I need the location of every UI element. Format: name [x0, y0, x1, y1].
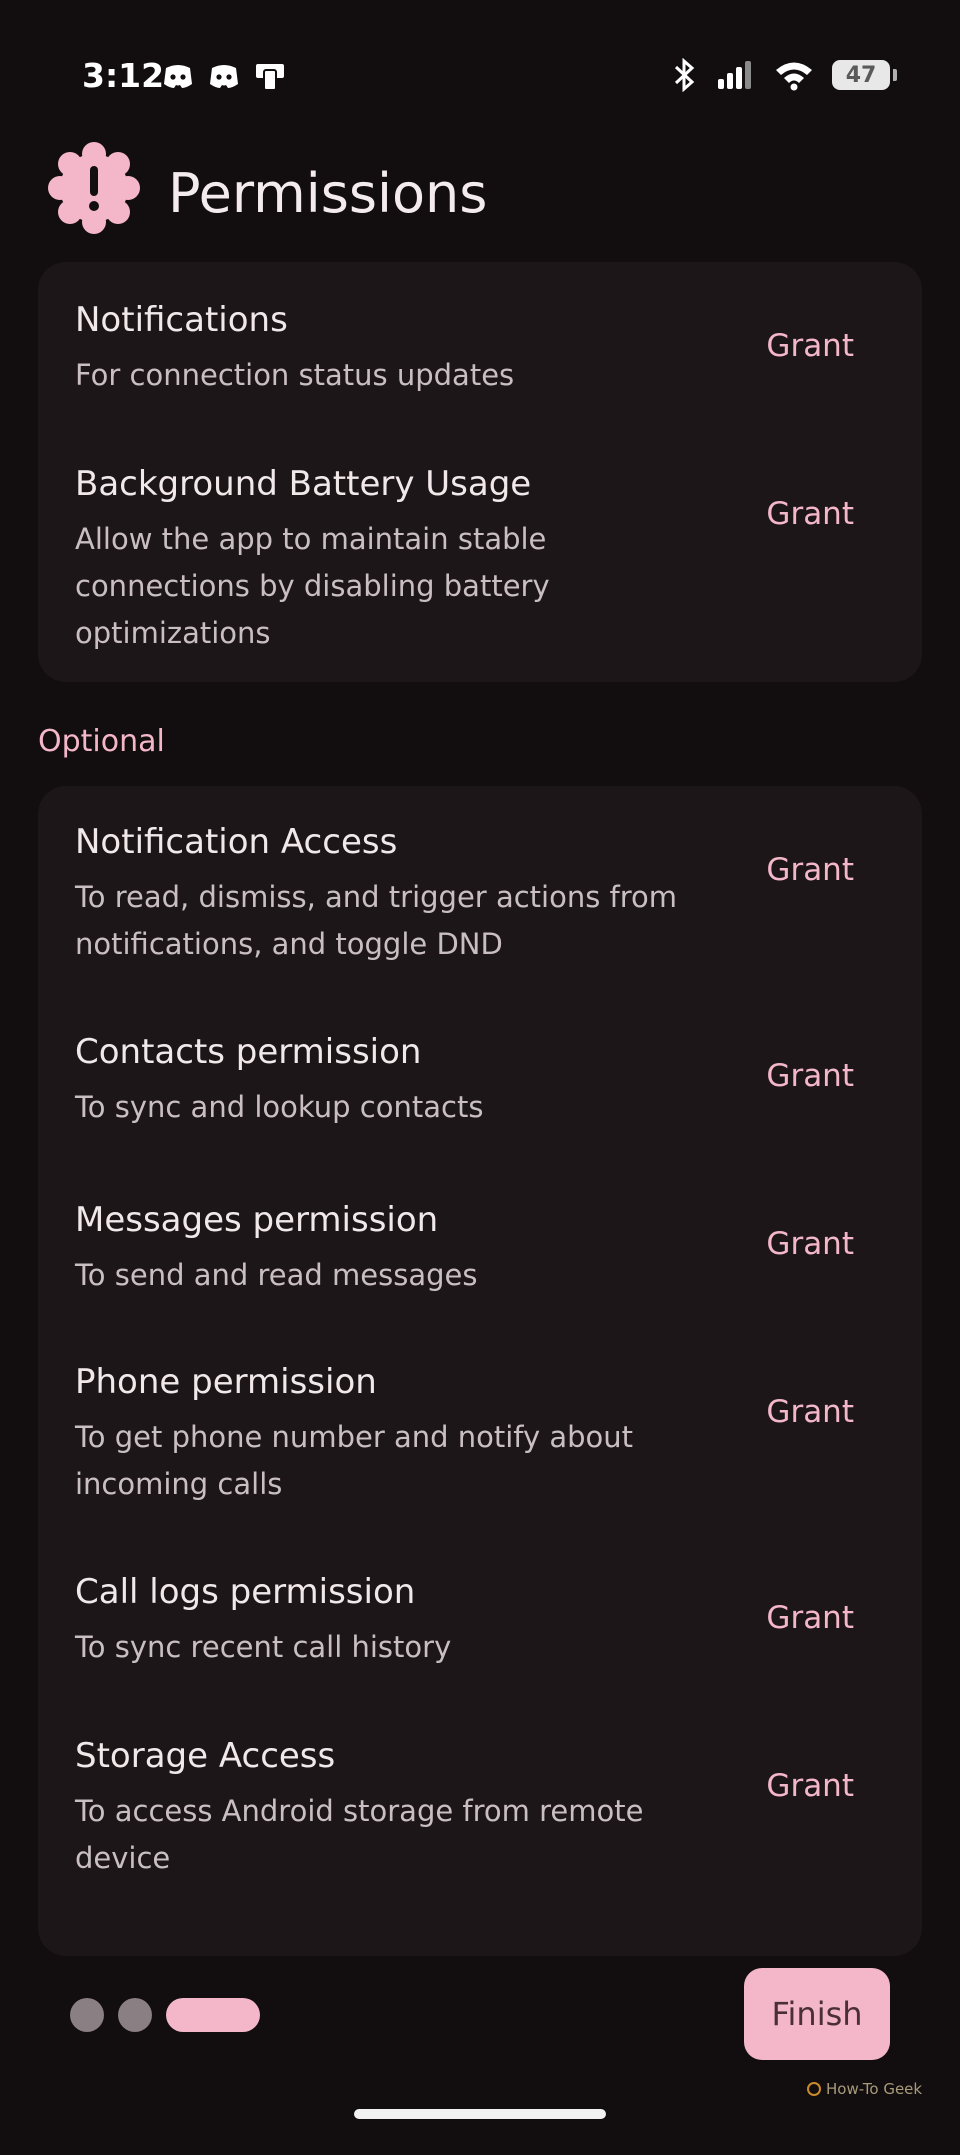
- grant-notification-access-button[interactable]: Grant: [766, 852, 854, 888]
- permission-description: To read, dismiss, and trigger actions fr…: [75, 880, 678, 961]
- permission-item-background-battery: Background Battery Usage Allow the app t…: [38, 464, 922, 664]
- home-indicator[interactable]: [354, 2109, 606, 2119]
- page-header: Permissions: [0, 140, 960, 250]
- page-dot: [70, 1998, 104, 2032]
- permission-title: Messages permission: [75, 1200, 439, 1240]
- finish-button[interactable]: Finish: [744, 1968, 890, 2060]
- watermark: How-To Geek: [806, 2080, 922, 2098]
- status-bar: 3:12 47: [0, 50, 960, 110]
- optional-permissions-card: Notification Access To read, dismiss, an…: [38, 786, 922, 1956]
- watermark-logo-icon: [807, 2082, 821, 2096]
- page-indicator: [70, 1998, 260, 2032]
- section-label-optional: Optional: [38, 724, 165, 759]
- permission-description: To get phone number and notify about inc…: [75, 1420, 634, 1501]
- grant-phone-button[interactable]: Grant: [766, 1394, 854, 1430]
- page-dot-active: [166, 1998, 260, 2032]
- permission-description: For connection status updates: [75, 358, 515, 392]
- permission-description: To sync and lookup contacts: [75, 1090, 484, 1124]
- discord-icon: [210, 65, 238, 88]
- permission-item-storage: Storage Access To access Android storage…: [38, 1736, 922, 1896]
- system-icons: 47: [672, 58, 897, 92]
- permission-title: Notification Access: [75, 822, 398, 862]
- discord-icon: [164, 65, 192, 88]
- permission-description: To send and read messages: [75, 1258, 478, 1292]
- permission-title: Background Battery Usage: [75, 464, 532, 504]
- permission-item-notification-access: Notification Access To read, dismiss, an…: [38, 822, 922, 982]
- permission-title: Contacts permission: [75, 1032, 422, 1072]
- permission-title: Storage Access: [75, 1736, 336, 1776]
- page-dot: [118, 1998, 152, 2032]
- signal-icon: [718, 61, 751, 89]
- grant-messages-button[interactable]: Grant: [766, 1226, 854, 1262]
- watermark-text: How-To Geek: [826, 2080, 923, 2098]
- bluetooth-icon: [674, 58, 695, 92]
- grant-background-battery-button[interactable]: Grant: [766, 496, 854, 532]
- permission-title: Phone permission: [75, 1362, 377, 1402]
- permission-title: Notifications: [75, 300, 288, 340]
- wifi-icon: [776, 62, 812, 91]
- status-time: 3:12: [82, 56, 165, 95]
- bottom-bar: Finish How-To Geek: [0, 1956, 960, 2155]
- permission-description: To sync recent call history: [75, 1630, 452, 1664]
- permission-item-phone: Phone permission To get phone number and…: [38, 1362, 922, 1522]
- required-permissions-card: Notifications For connection status upda…: [38, 262, 922, 682]
- page-title: Permissions: [168, 162, 488, 225]
- grant-notifications-button-primary[interactable]: Grant: [766, 328, 854, 364]
- notification-icons: [160, 58, 288, 94]
- permission-description: To access Android storage from remote de…: [75, 1794, 644, 1875]
- grant-contacts-button[interactable]: Grant: [766, 1058, 854, 1094]
- grant-storage-button[interactable]: Grant: [766, 1768, 854, 1804]
- permission-title: Call logs permission: [75, 1572, 416, 1612]
- alert-gear-icon: [48, 142, 140, 234]
- device-icon: [256, 64, 284, 91]
- battery-level: 47: [845, 62, 877, 88]
- permission-description: Allow the app to maintain stable connect…: [75, 522, 550, 650]
- battery-icon: 47: [832, 60, 897, 90]
- grant-call-logs-button[interactable]: Grant: [766, 1600, 854, 1636]
